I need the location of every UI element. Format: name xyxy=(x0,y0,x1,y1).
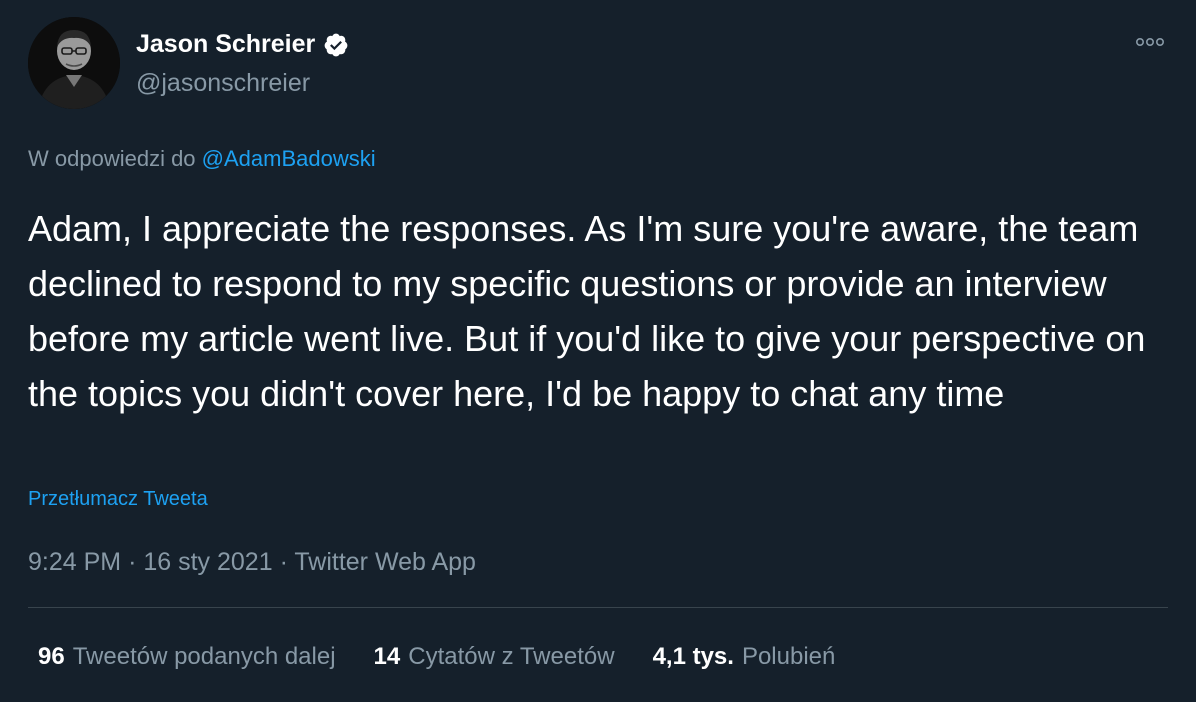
likes-count: 4,1 tys. xyxy=(652,643,734,670)
verified-badge-icon xyxy=(324,33,348,56)
quote-tweets-count: 14 xyxy=(373,643,401,670)
retweets-stat[interactable]: 96 Tweetów podanych dalej xyxy=(38,643,336,671)
tweet-text: Adam, I appreciate the responses. As I'm… xyxy=(28,208,1146,414)
retweets-label: Tweetów podanych dalej xyxy=(72,643,336,670)
author-handle[interactable]: @jasonschreier xyxy=(136,69,310,98)
quote-tweets-stat[interactable]: 14 Cytatów z Tweetów xyxy=(374,643,615,671)
likes-label: Polubień xyxy=(741,643,836,670)
tweet-date[interactable]: 16 sty 2021 xyxy=(143,548,272,576)
meta-separator: · xyxy=(128,548,137,576)
tweet-source[interactable]: Twitter Web App xyxy=(294,548,476,576)
meta-separator: · xyxy=(279,548,288,576)
avatar-image xyxy=(28,17,120,109)
more-options-button[interactable] xyxy=(1130,30,1170,54)
reply-mention-link[interactable]: @AdamBadowski xyxy=(202,146,376,171)
quote-tweets-label: Cytatów z Tweetów xyxy=(408,643,615,670)
engagement-stats: 96 Tweetów podanych dalej 14 Cytatów z T… xyxy=(38,643,873,671)
reply-context: W odpowiedzi do @AdamBadowski xyxy=(28,146,376,172)
retweets-count: 96 xyxy=(38,643,65,670)
reply-prefix: W odpowiedzi do xyxy=(28,146,196,171)
divider xyxy=(28,607,1168,608)
tweet-metadata: 9:24 PM · 16 sty 2021 · Twitter Web App xyxy=(28,548,476,577)
author-name[interactable]: Jason Schreier xyxy=(136,30,315,59)
author-name-row[interactable]: Jason Schreier xyxy=(136,30,349,59)
likes-stat[interactable]: 4,1 tys. Polubień xyxy=(653,643,836,671)
tweet-time[interactable]: 9:24 PM xyxy=(28,548,121,576)
translate-tweet-link[interactable]: Przetłumacz Tweeta xyxy=(28,488,208,511)
avatar[interactable] xyxy=(28,17,120,109)
more-horizontal-icon xyxy=(1135,37,1164,47)
